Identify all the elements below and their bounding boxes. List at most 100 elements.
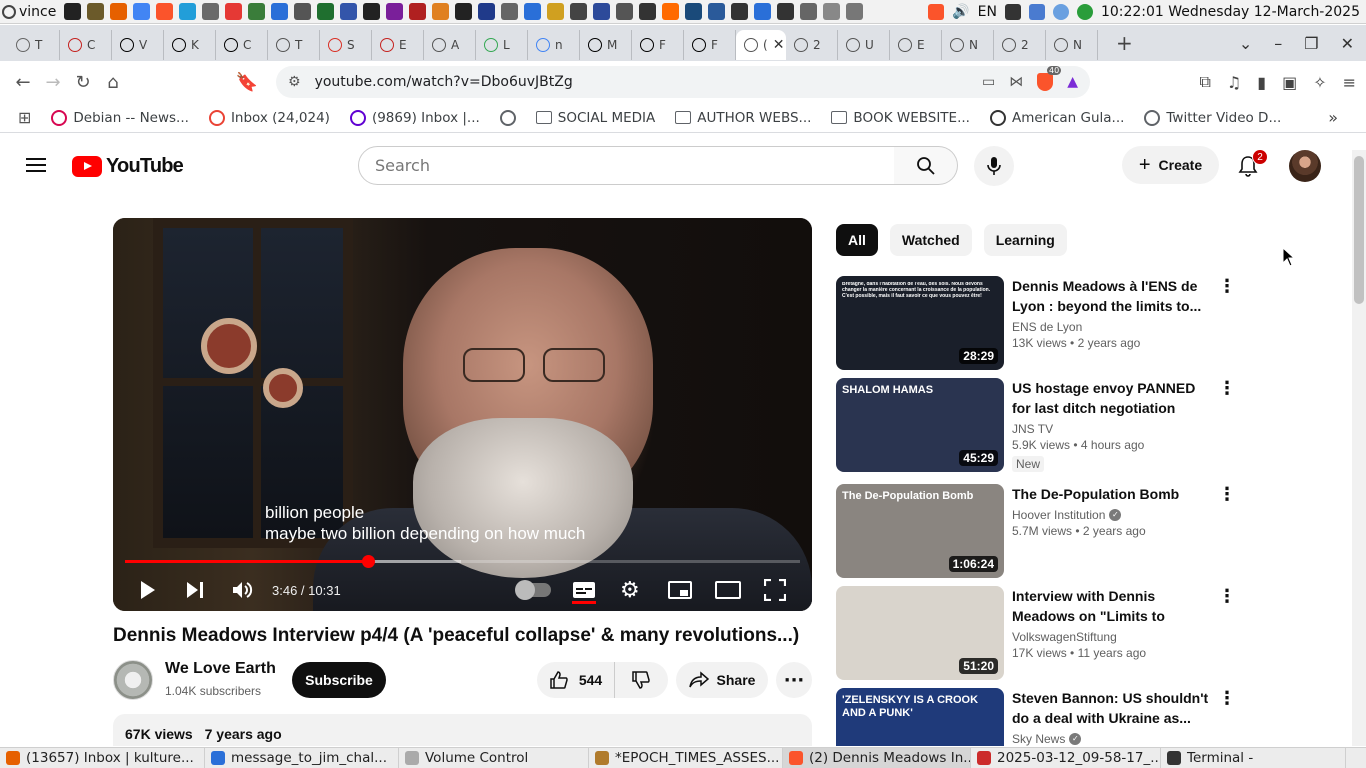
channel-avatar[interactable] [113, 660, 153, 700]
steam-icon[interactable] [708, 3, 726, 20]
network-icon[interactable] [1028, 4, 1045, 20]
note-icon[interactable] [524, 3, 542, 20]
menu-icon[interactable]: ≡ [1343, 73, 1356, 92]
browser-tab[interactable]: C [216, 30, 268, 60]
folder-icon[interactable] [87, 3, 105, 20]
theater-mode-button[interactable] [715, 570, 741, 610]
bookmark-item[interactable]: SOCIAL MEDIA [535, 110, 655, 126]
video-thumbnail[interactable]: Bretagne, dans l'habitation de l'eau, de… [836, 276, 1004, 370]
bookmark-item[interactable]: AUTHOR WEBS... [675, 110, 811, 126]
browser-tab[interactable]: 2 [786, 30, 838, 60]
bookmark-item[interactable]: Twitter Video D... [1144, 109, 1281, 126]
brave-shield-icon[interactable]: 40 [1037, 66, 1062, 91]
recommended-video[interactable]: The De-Population Bomb 1:06:24 The De-Popu… [836, 484, 1236, 578]
video-player[interactable]: billion people maybe two billion dependi… [113, 218, 812, 611]
taskbar-item[interactable]: message_to_jim_chal... [205, 747, 399, 768]
close-tab-icon[interactable]: ✕ [773, 37, 785, 53]
browser-tab[interactable]: U [838, 30, 890, 60]
cast-icon[interactable]: ▭ [982, 74, 995, 90]
wallet-icon[interactable]: ▣ [1282, 73, 1297, 92]
channel-name[interactable]: Sky News [1012, 732, 1065, 746]
more-options-icon[interactable]: ⋮ [1218, 278, 1236, 296]
browser-tab[interactable]: T [268, 30, 320, 60]
bluetooth-icon[interactable] [1076, 4, 1093, 20]
minimize-icon[interactable]: – [1274, 34, 1282, 53]
extensions-icon[interactable]: ⧉ [1199, 72, 1210, 92]
network-icon[interactable] [202, 3, 220, 20]
browser-tab[interactable]: E [372, 30, 424, 60]
dislike-button[interactable] [615, 662, 667, 698]
channel-name[interactable]: VolkswagenStiftung [1012, 630, 1117, 644]
question-icon[interactable] [800, 3, 818, 20]
more-actions-button[interactable]: ··· [776, 662, 812, 698]
more-options-icon[interactable]: ⋮ [1218, 380, 1236, 398]
book-icon[interactable] [248, 3, 266, 20]
account-avatar[interactable] [1289, 150, 1321, 182]
play-button[interactable] [139, 570, 157, 610]
image-icon[interactable] [409, 3, 427, 20]
flower-icon[interactable] [777, 3, 795, 20]
recommended-video[interactable]: SHALOM HAMAS 45:29 US hostage envoy PANNED… [836, 378, 1236, 472]
gamepad-icon[interactable] [639, 3, 657, 20]
toggle-icon[interactable] [823, 3, 841, 20]
headset-icon[interactable] [662, 3, 680, 20]
apps-grid-icon[interactable]: ⊞ [18, 108, 31, 127]
circle-app-icon[interactable] [432, 3, 450, 20]
video-thumbnail[interactable]: SHALOM HAMAS 45:29 [836, 378, 1004, 472]
library-icon[interactable] [570, 3, 588, 20]
browser-tab[interactable]: 2 [994, 30, 1046, 60]
page-scrollbar[interactable] [1352, 150, 1366, 746]
back-icon[interactable]: ← [8, 72, 38, 93]
browser-tab[interactable]: V [112, 30, 164, 60]
home-icon[interactable]: ⌂ [98, 72, 128, 93]
video-title[interactable]: US hostage envoy PANNED for last ditch n… [1012, 378, 1216, 418]
close-window-icon[interactable]: ✕ [1341, 34, 1354, 53]
video-title[interactable]: Steven Bannon: US shouldn't do a deal wi… [1012, 688, 1216, 728]
browser-tab[interactable]: N [1046, 30, 1098, 60]
language-indicator[interactable]: EN [978, 4, 997, 20]
doc-icon[interactable] [547, 3, 565, 20]
bookmarks-overflow-icon[interactable]: » [1328, 108, 1338, 127]
bookmark-item[interactable]: Debian -- News... [51, 109, 189, 126]
voice-search-button[interactable] [974, 146, 1014, 186]
video-title[interactable]: The De-Population Bomb [1012, 484, 1216, 504]
taskbar-item[interactable]: Volume Control [399, 747, 589, 768]
browser-tab[interactable]: F [632, 30, 684, 60]
miniplayer-button[interactable] [668, 570, 692, 610]
browser-tab[interactable]: (✕ [736, 30, 786, 60]
browser-tab[interactable]: L [476, 30, 528, 60]
address-bar[interactable]: ⚙ youtube.com/watch?v=Dbo6uvJBtZg ▭ ⋈ 40… [276, 66, 1090, 98]
chip-watched[interactable]: Watched [889, 224, 972, 256]
volume-icon[interactable]: 🔊 [952, 4, 969, 20]
url-text[interactable]: youtube.com/watch?v=Dbo6uvJBtZg [315, 74, 573, 90]
browser-tab[interactable]: S [320, 30, 372, 60]
bookmark-item[interactable]: (9869) Inbox |... [349, 109, 480, 126]
browser-tab[interactable]: E [890, 30, 942, 60]
music-icon[interactable]: ♫ [1227, 73, 1241, 92]
fullscreen-button[interactable] [764, 570, 786, 610]
create-button[interactable]: + Create [1122, 146, 1219, 184]
notifications-button[interactable]: 2 [1236, 149, 1268, 178]
recommended-video[interactable]: 51:20 Interview with Dennis Meadows on "L… [836, 586, 1236, 680]
bookmark-item[interactable] [499, 109, 516, 126]
bookmark-item[interactable]: Inbox (24,024) [208, 109, 330, 126]
firefox-icon[interactable] [110, 3, 128, 20]
screen-icon[interactable] [685, 3, 703, 20]
telegram-icon[interactable] [179, 3, 197, 20]
game-icon[interactable] [317, 3, 335, 20]
brave-tray-icon[interactable] [928, 4, 945, 20]
video-thumbnail[interactable]: The De-Population Bomb 1:06:24 [836, 484, 1004, 578]
channel-name[interactable]: We Love Earth [165, 660, 276, 678]
recommended-video[interactable]: 'ZELENSKYY IS A CROOK AND A PUNK' Steven … [836, 688, 1236, 746]
reload-icon[interactable]: ↻ [68, 72, 98, 93]
maximize-icon[interactable]: ❐ [1304, 34, 1318, 53]
bookmark-item[interactable]: BOOK WEBSITE... [831, 110, 970, 126]
calendar-icon[interactable] [754, 3, 772, 20]
channel-name[interactable]: JNS TV [1012, 422, 1053, 436]
video-title[interactable]: Dennis Meadows à l'ENS de Lyon : beyond … [1012, 276, 1216, 316]
text-icon[interactable] [363, 3, 381, 20]
browser-tab[interactable]: N [942, 30, 994, 60]
bookmark-item[interactable]: American Gula... [989, 109, 1124, 126]
browser-tab[interactable]: n [528, 30, 580, 60]
captions-button[interactable] [572, 570, 596, 610]
